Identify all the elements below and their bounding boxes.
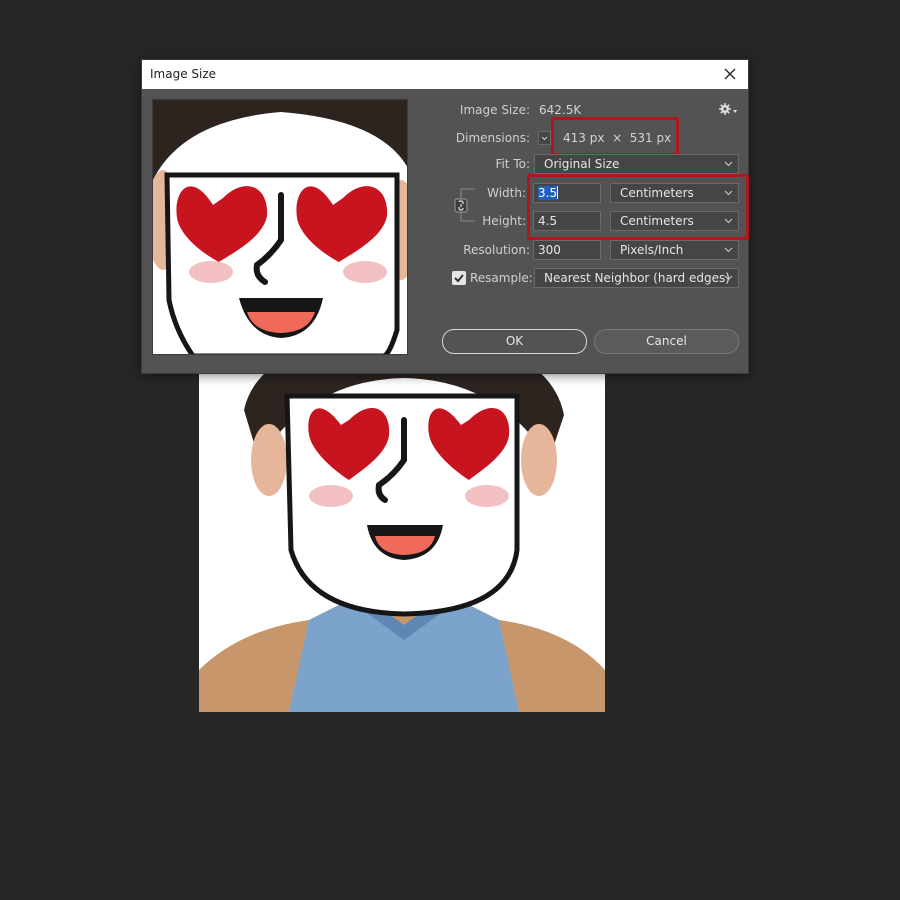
resample-label: Resample: [470, 271, 533, 285]
close-icon [724, 68, 736, 80]
chevron-down-icon [541, 136, 548, 141]
height-label: Height: [482, 214, 526, 228]
preview-photo [153, 100, 407, 354]
fit-to-value: Original Size [544, 157, 620, 171]
dialog-titlebar: Image Size [142, 60, 748, 89]
ok-button[interactable]: OK [442, 329, 587, 354]
dimensions-highlight [551, 117, 679, 156]
dialog-title: Image Size [150, 67, 217, 81]
image-preview[interactable] [152, 99, 408, 355]
resample-value: Nearest Neighbor (hard edges) [544, 271, 730, 285]
resample-dropdown[interactable]: Nearest Neighbor (hard edges) [534, 268, 739, 288]
gear-icon[interactable] [718, 102, 738, 116]
resample-checkbox[interactable] [452, 271, 466, 285]
image-size-dialog: Image Size Image Size: 642.5K Dimensions… [141, 59, 749, 374]
fit-to-dropdown[interactable]: Original Size [534, 154, 739, 174]
image-size-label: Image Size: [459, 103, 530, 117]
fit-to-label: Fit To: [495, 157, 530, 171]
cancel-button[interactable]: Cancel [594, 329, 739, 354]
checkmark-icon [454, 274, 464, 283]
width-height-highlight [527, 174, 749, 240]
close-button[interactable] [718, 63, 742, 85]
chevron-down-icon [724, 247, 733, 253]
chevron-down-icon [724, 161, 733, 167]
resolution-label: Resolution: [463, 243, 530, 257]
dimensions-label: Dimensions: [455, 131, 530, 145]
chevron-down-icon [724, 275, 733, 281]
dimensions-unit-dropdown[interactable] [538, 131, 551, 145]
image-size-value: 642.5K [539, 103, 582, 117]
resolution-unit-dropdown[interactable]: Pixels/Inch [610, 240, 739, 260]
resolution-value: 300 [538, 243, 561, 257]
resolution-input[interactable]: 300 [533, 240, 601, 260]
resolution-unit-value: Pixels/Inch [620, 243, 684, 257]
width-label: Width: [487, 186, 526, 200]
